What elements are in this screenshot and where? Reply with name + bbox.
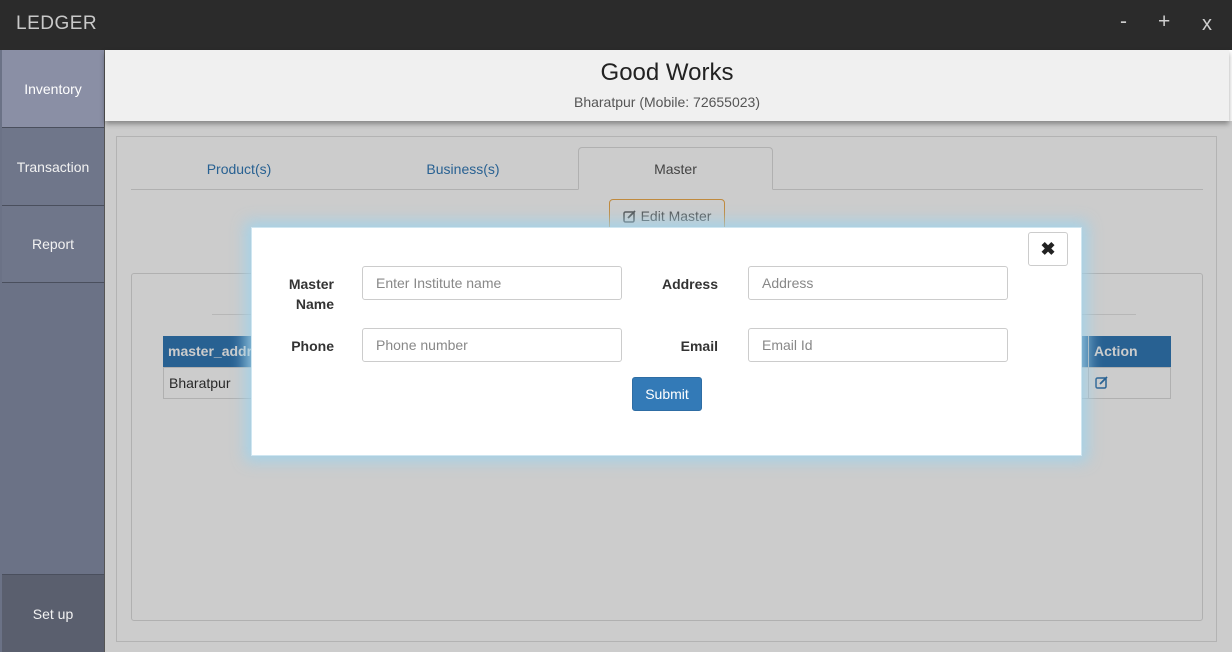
sidebar: Inventory Transaction Report Set up xyxy=(0,50,105,652)
close-icon[interactable]: ✖ xyxy=(1028,232,1068,266)
sidebar-item-report[interactable]: Report xyxy=(2,206,104,283)
business-subtitle: Bharatpur (Mobile: 72655023) xyxy=(573,94,760,110)
sidebar-item-inventory[interactable]: Inventory xyxy=(2,50,104,128)
page-header: Good Works Bharatpur (Mobile: 72655023) xyxy=(105,50,1229,121)
maximize-button[interactable]: + xyxy=(1158,10,1170,34)
phone-label: Phone xyxy=(291,338,334,354)
app-title: LEDGER xyxy=(16,13,98,34)
master-name-label: Master Name xyxy=(288,276,334,312)
email-label: Email xyxy=(680,338,718,354)
phone-input[interactable] xyxy=(362,328,622,362)
email-input[interactable] xyxy=(748,328,1008,362)
sidebar-item-setup[interactable]: Set up xyxy=(2,574,104,652)
address-input[interactable] xyxy=(748,266,1008,300)
submit-button[interactable]: Submit xyxy=(632,377,702,411)
minimize-button[interactable]: - xyxy=(1120,10,1127,34)
close-window-button[interactable]: x xyxy=(1202,13,1212,36)
business-name: Good Works xyxy=(600,59,734,86)
address-label: Address xyxy=(661,276,718,292)
sidebar-item-transaction[interactable]: Transaction xyxy=(2,128,104,206)
edit-master-modal: ✖ Master Name Address Phone Email Submit xyxy=(251,227,1082,456)
master-name-input[interactable] xyxy=(362,266,622,300)
title-bar: LEDGER - + x xyxy=(0,0,1232,50)
